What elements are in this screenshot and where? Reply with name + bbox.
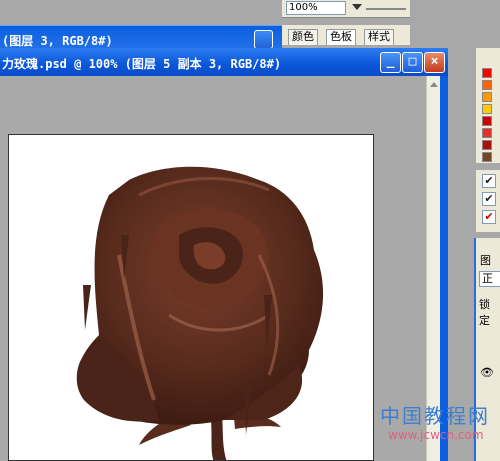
watermark-url: www.jcwcn.com: [388, 428, 484, 442]
close-button[interactable]: ×: [424, 52, 445, 73]
layer-visibility-list: ✔ ✔ ✔: [476, 170, 500, 232]
swatch[interactable]: [482, 68, 492, 78]
background-minimize-button[interactable]: [254, 30, 273, 49]
tab-styles[interactable]: 样式: [364, 29, 394, 45]
document-titlebar[interactable]: 力玫瑰.psd @ 100% (图层 5 副本 3, RGB/8#) _ □ ×: [0, 48, 448, 76]
zoom-slider[interactable]: [366, 8, 406, 10]
navigator-panel: 100%: [282, 0, 410, 18]
document-title: 力玫瑰.psd @ 100% (图层 5 副本 3, RGB/8#): [2, 57, 282, 71]
zoom-dropdown-icon[interactable]: [352, 4, 362, 10]
minimize-button[interactable]: _: [380, 52, 401, 73]
watermark-text: 中国教程网: [380, 404, 490, 428]
swatches-grid: [476, 48, 500, 163]
swatch[interactable]: [482, 92, 492, 102]
lock-label: 锁定: [479, 298, 490, 327]
layer-checkbox[interactable]: ✔: [482, 174, 496, 188]
document-workspace: [0, 76, 444, 461]
tab-color[interactable]: 颜色: [288, 29, 318, 45]
layer-checkbox[interactable]: ✔: [482, 210, 496, 224]
swatch[interactable]: [482, 140, 492, 150]
zoom-input[interactable]: 100%: [286, 1, 346, 15]
image-canvas[interactable]: [8, 134, 374, 461]
swatch[interactable]: [482, 104, 492, 114]
tab-swatches[interactable]: 色板: [326, 29, 356, 45]
chocolate-rose-image: [76, 166, 324, 460]
background-window-title: (图层 3, RGB/8#): [2, 34, 113, 48]
eye-icon[interactable]: 👁: [480, 366, 494, 380]
watermark-logo: 中国教程网 www.jcwcn.com: [380, 400, 500, 460]
layer-checkbox[interactable]: ✔: [482, 192, 496, 206]
swatch[interactable]: [482, 152, 492, 162]
maximize-button[interactable]: □: [402, 52, 423, 73]
swatch[interactable]: [482, 116, 492, 126]
color-panel: 颜色 色板 样式: [282, 25, 410, 45]
blend-mode-select[interactable]: 正常: [479, 271, 500, 287]
swatch[interactable]: [482, 128, 492, 138]
tab-layers[interactable]: 图: [480, 252, 491, 268]
swatch[interactable]: [482, 80, 492, 90]
scroll-up-icon[interactable]: [430, 82, 438, 87]
